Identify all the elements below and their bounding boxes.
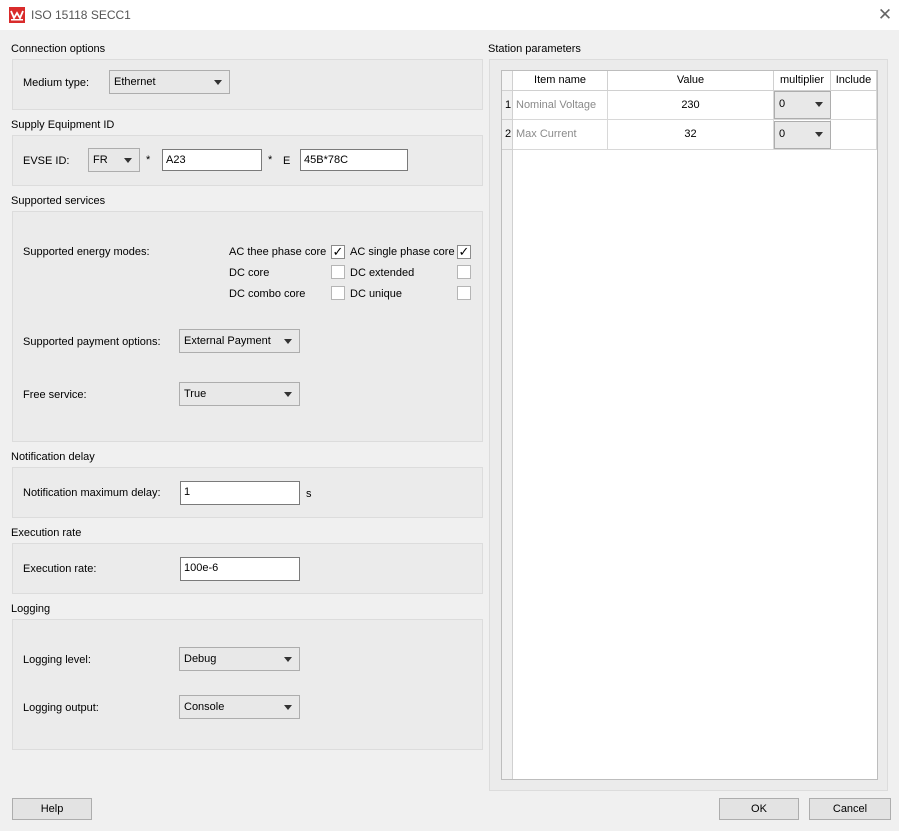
max-delay-unit: s — [306, 488, 312, 500]
medium-type-value: Ethernet — [114, 76, 156, 88]
window-title: ISO 15118 SECC1 — [31, 8, 131, 22]
dc-combo-checkbox[interactable] — [331, 286, 345, 300]
evse-id-field[interactable]: 45B*78C — [300, 149, 408, 171]
medium-type-label: Medium type: — [23, 77, 90, 89]
row-number[interactable]: 2 — [502, 120, 513, 150]
chevron-down-icon — [284, 705, 292, 710]
payment-options-select[interactable]: External Payment — [179, 329, 300, 353]
cancel-button[interactable]: Cancel — [809, 798, 891, 820]
logging-level-label: Logging level: — [23, 654, 91, 666]
notification-delay-label: Notification delay — [11, 451, 95, 463]
logging-level-select[interactable]: Debug — [179, 647, 300, 671]
title-bar — [0, 0, 899, 30]
evse-id-label: EVSE ID: — [23, 155, 70, 167]
station-parameters-label: Station parameters — [488, 43, 581, 55]
evse-separator-2: * — [268, 154, 273, 166]
energy-modes-label: Supported energy modes: — [23, 246, 150, 258]
chevron-down-icon — [815, 102, 823, 107]
multiplier-select[interactable]: 0 — [774, 121, 831, 149]
dc-unique-label: DC unique — [350, 288, 402, 300]
chevron-down-icon — [815, 132, 823, 137]
evse-country-select[interactable]: FR — [88, 148, 140, 172]
supply-equipment-label: Supply Equipment ID — [11, 119, 115, 131]
chevron-down-icon — [284, 392, 292, 397]
ac-single-phase-label: AC single phase core — [350, 246, 455, 258]
ac-single-phase-checkbox[interactable]: ✓ — [457, 245, 471, 259]
free-service-select[interactable]: True — [179, 382, 300, 406]
multiplier-select[interactable]: 0 — [774, 91, 831, 119]
dc-extended-label: DC extended — [350, 267, 415, 279]
table-cell-include[interactable] — [831, 91, 877, 120]
chevron-down-icon — [284, 339, 292, 344]
payment-options-value: External Payment — [184, 335, 271, 347]
station-parameters-table — [501, 70, 878, 780]
max-delay-field[interactable]: 1 — [180, 481, 300, 505]
ok-button[interactable]: OK — [719, 798, 799, 820]
dc-core-checkbox[interactable] — [331, 265, 345, 279]
header-multiplier[interactable]: multiplier — [774, 71, 831, 91]
table-cell-item-name[interactable]: Nominal Voltage — [513, 91, 608, 120]
evse-operator-field[interactable]: A23 — [162, 149, 262, 171]
logging-group — [12, 619, 483, 750]
connection-options-label: Connection options — [11, 43, 106, 55]
row-header-strip — [502, 91, 513, 779]
free-service-label: Free service: — [23, 389, 87, 401]
evse-country-value: FR — [93, 154, 108, 166]
ac-three-phase-checkbox[interactable]: ✓ — [331, 245, 345, 259]
header-item-name[interactable]: Item name — [513, 71, 608, 91]
logging-section-label: Logging — [11, 603, 51, 615]
dc-unique-checkbox[interactable] — [457, 286, 471, 300]
payment-options-label: Supported payment options: — [23, 336, 161, 348]
table-corner — [502, 71, 513, 91]
chevron-down-icon — [214, 80, 222, 85]
header-include[interactable]: Include — [831, 71, 877, 91]
close-icon[interactable]: ✕ — [873, 4, 897, 26]
chevron-down-icon — [284, 657, 292, 662]
free-service-value: True — [184, 388, 207, 400]
multiplier-value: 0 — [779, 128, 786, 140]
logging-output-select[interactable]: Console — [179, 695, 300, 719]
dc-combo-label: DC combo core — [229, 288, 306, 300]
chevron-down-icon — [124, 158, 132, 163]
supported-services-label: Supported services — [11, 195, 106, 207]
app-logo-icon — [9, 7, 25, 23]
table-cell-value[interactable]: 230 — [608, 91, 774, 120]
row-number[interactable]: 1 — [502, 91, 513, 120]
dc-extended-checkbox[interactable] — [457, 265, 471, 279]
table-cell-value[interactable]: 32 — [608, 120, 774, 150]
help-button[interactable]: Help — [12, 798, 92, 820]
medium-type-select[interactable]: Ethernet — [109, 70, 230, 94]
logging-output-label: Logging output: — [23, 702, 99, 714]
execution-rate-label: Execution rate: — [23, 563, 97, 575]
multiplier-value: 0 — [779, 98, 786, 110]
execution-rate-section-label: Execution rate — [11, 527, 82, 539]
table-cell-item-name[interactable]: Max Current — [513, 120, 608, 150]
ac-three-phase-label: AC thee phase core — [229, 246, 327, 258]
execution-rate-field[interactable]: 100e-6 — [180, 557, 300, 581]
logging-output-value: Console — [184, 701, 225, 713]
table-cell-include[interactable] — [831, 120, 877, 150]
header-value[interactable]: Value — [608, 71, 774, 91]
logging-level-value: Debug — [184, 653, 217, 665]
evse-separator-1: * — [146, 154, 151, 166]
max-delay-label: Notification maximum delay: — [23, 487, 161, 499]
dc-core-label: DC core — [229, 267, 270, 279]
evse-e-label: E — [283, 155, 291, 167]
